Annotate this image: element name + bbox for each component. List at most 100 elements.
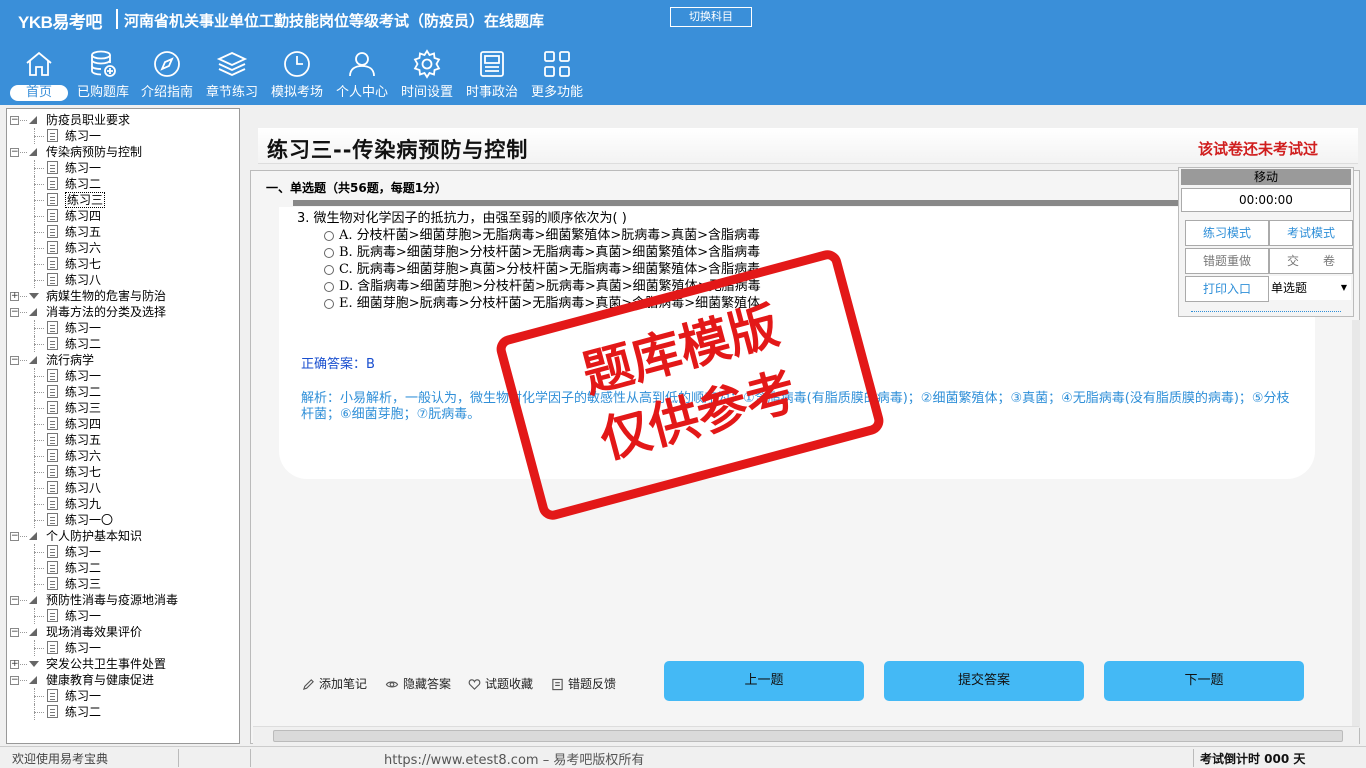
status-separator — [1193, 749, 1194, 767]
tree-connector — [34, 328, 44, 329]
tree-leaf[interactable]: 练习一 — [7, 608, 239, 624]
chapter-tree[interactable]: − 防疫员职业要求 练习一 − 传染病预防与控制 练习一 练习二 练习三 练习四 练习五 练习六 练习… — [6, 108, 240, 744]
collapse-icon[interactable]: − — [10, 308, 19, 317]
tree-leaf[interactable]: 练习六 — [7, 448, 239, 464]
prev-question-button[interactable]: 上一题 — [664, 661, 864, 701]
nav-more[interactable]: 更多功能 — [526, 48, 588, 104]
tree-leaf[interactable]: 练习八 — [7, 272, 239, 288]
horizontal-scrollbar[interactable] — [253, 726, 1359, 744]
tree-connector — [34, 408, 44, 409]
tree-connector — [20, 120, 27, 121]
radio-button[interactable] — [324, 264, 334, 275]
favorite-link[interactable]: 试题收藏 — [468, 675, 533, 692]
radio-button[interactable] — [324, 281, 334, 292]
collapse-icon[interactable]: − — [10, 116, 19, 125]
hand-in-button[interactable]: 交 卷 — [1269, 248, 1353, 274]
collapse-icon[interactable]: − — [10, 676, 19, 685]
tree-leaf[interactable]: 练习七 — [7, 464, 239, 480]
tree-connector — [20, 312, 27, 313]
news-icon — [480, 51, 504, 77]
document-icon — [47, 481, 58, 494]
tree-folder[interactable]: − 个人防护基本知识 — [7, 528, 239, 544]
tree-leaf[interactable]: 练习一〇 — [7, 512, 239, 528]
tree-folder[interactable]: + 突发公共卫生事件处置 — [7, 656, 239, 672]
tree-label: 练习六 — [65, 241, 102, 255]
nav-time-settings[interactable]: 时间设置 — [396, 48, 458, 104]
tree-folder[interactable]: + 病媒生物的危害与防治 — [7, 288, 239, 304]
tree-caret-icon — [29, 661, 39, 667]
tree-folder[interactable]: − 传染病预防与控制 — [7, 144, 239, 160]
database-icon — [91, 50, 116, 77]
tree-connector — [20, 600, 27, 601]
document-icon — [47, 401, 58, 414]
expand-icon[interactable]: + — [10, 660, 19, 669]
document-icon — [47, 177, 58, 190]
tree-label: 练习一 — [65, 609, 102, 623]
tree-folder[interactable]: − 防疫员职业要求 — [7, 112, 239, 128]
radio-button[interactable] — [324, 230, 334, 241]
tree-folder[interactable]: − 消毒方法的分类及选择 — [7, 304, 239, 320]
tree-connector — [34, 264, 44, 265]
tree-leaf[interactable]: 练习二 — [7, 384, 239, 400]
tree-folder[interactable]: − 现场消毒效果评价 — [7, 624, 239, 640]
collapse-icon[interactable]: − — [10, 628, 19, 637]
tree-leaf[interactable]: 练习二 — [7, 560, 239, 576]
next-question-button[interactable]: 下一题 — [1104, 661, 1304, 701]
print-button[interactable]: 打印入口 — [1185, 276, 1269, 302]
collapse-icon[interactable]: − — [10, 148, 19, 157]
tree-leaf[interactable]: 练习八 — [7, 480, 239, 496]
tree-leaf[interactable]: 练习一 — [7, 320, 239, 336]
nav-home[interactable]: 首页 — [8, 48, 70, 104]
hide-answer-link[interactable]: 隐藏答案 — [385, 675, 451, 692]
feedback-link[interactable]: 错题反馈 — [551, 675, 616, 692]
expand-icon[interactable]: + — [10, 292, 19, 301]
tree-leaf[interactable]: 练习四 — [7, 208, 239, 224]
tree-folder[interactable]: − 预防性消毒与疫源地消毒 — [7, 592, 239, 608]
move-handle[interactable]: 移动 — [1181, 169, 1351, 185]
add-note-link[interactable]: 添加笔记 — [302, 675, 367, 692]
tree-leaf[interactable]: 练习一 — [7, 160, 239, 176]
tree-leaf[interactable]: 练习五 — [7, 224, 239, 240]
nav-current-affairs[interactable]: 时事政治 — [461, 48, 523, 104]
tree-label: 健康教育与健康促进 — [46, 673, 155, 687]
tree-leaf[interactable]: 练习五 — [7, 432, 239, 448]
tree-leaf[interactable]: 练习一 — [7, 688, 239, 704]
vertical-scrollbar[interactable] — [1352, 320, 1360, 728]
tree-leaf[interactable]: 练习二 — [7, 336, 239, 352]
radio-button[interactable] — [324, 247, 334, 258]
tree-caret-icon — [29, 628, 37, 636]
tree-leaf[interactable]: 练习三 — [7, 400, 239, 416]
tree-leaf[interactable]: 练习二 — [7, 704, 239, 720]
exam-mode-button[interactable]: 考试模式 — [1269, 220, 1353, 246]
switch-subject-button[interactable]: 切换科目 — [670, 7, 752, 27]
practice-mode-button[interactable]: 练习模式 — [1185, 220, 1269, 246]
nav-profile[interactable]: 个人中心 — [331, 48, 393, 104]
tree-leaf[interactable]: 练习三 — [7, 576, 239, 592]
nav-chapters[interactable]: 章节练习 — [201, 48, 263, 104]
tree-leaf[interactable]: 练习七 — [7, 256, 239, 272]
tree-connector — [20, 296, 27, 297]
nav-guide[interactable]: 介绍指南 — [136, 48, 198, 104]
question-type-select[interactable]: 单选题 — [1269, 276, 1351, 300]
tree-leaf[interactable]: 练习六 — [7, 240, 239, 256]
tree-leaf[interactable]: 练习九 — [7, 496, 239, 512]
tree-leaf[interactable]: 练习一 — [7, 640, 239, 656]
nav-purchased[interactable]: 已购题库 — [72, 48, 134, 104]
redo-wrong-button[interactable]: 错题重做 — [1185, 248, 1269, 274]
tree-leaf[interactable]: 练习一 — [7, 544, 239, 560]
tree-leaf[interactable]: 练习一 — [7, 128, 239, 144]
submit-answer-button[interactable]: 提交答案 — [884, 661, 1084, 701]
tree-caret-icon — [29, 356, 37, 364]
scrollbar-thumb[interactable] — [273, 730, 1343, 742]
collapse-icon[interactable]: − — [10, 356, 19, 365]
collapse-icon[interactable]: − — [10, 532, 19, 541]
tree-folder[interactable]: − 流行病学 — [7, 352, 239, 368]
radio-button[interactable] — [324, 298, 334, 309]
nav-mock-exam[interactable]: 模拟考场 — [266, 48, 328, 104]
tree-leaf[interactable]: 练习三 — [7, 192, 239, 208]
tree-leaf[interactable]: 练习二 — [7, 176, 239, 192]
tree-leaf[interactable]: 练习四 — [7, 416, 239, 432]
collapse-icon[interactable]: − — [10, 596, 19, 605]
tree-folder[interactable]: − 健康教育与健康促进 — [7, 672, 239, 688]
tree-leaf[interactable]: 练习一 — [7, 368, 239, 384]
